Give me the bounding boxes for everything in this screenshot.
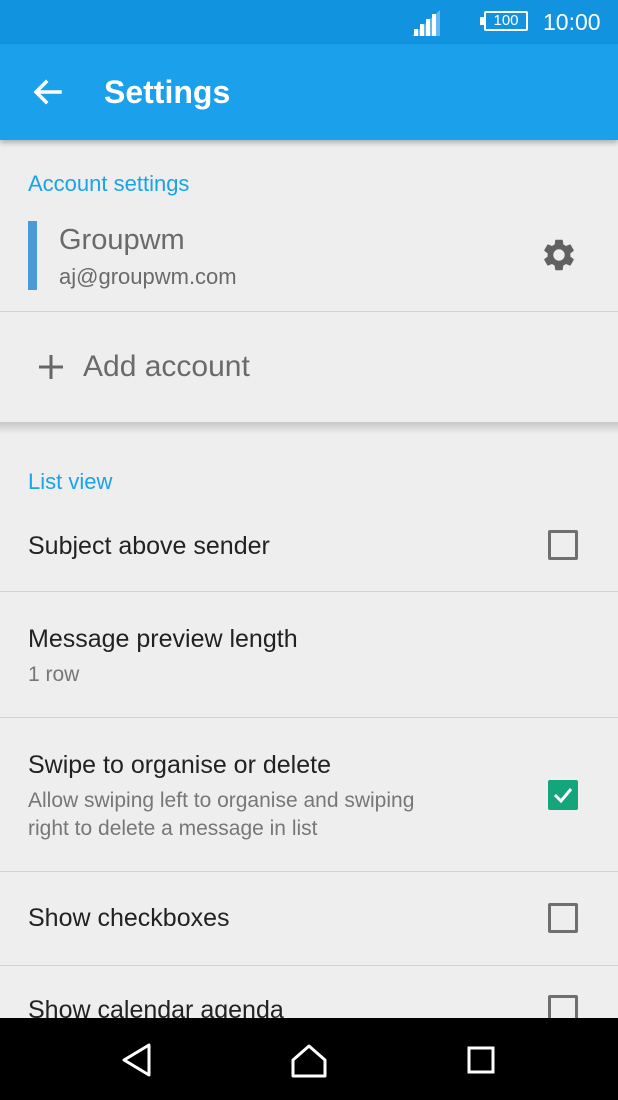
account-email: aj@groupwm.com: [59, 264, 237, 289]
add-account-button[interactable]: Add account: [0, 312, 618, 422]
pref-summary-line-1: Allow swiping left to organise and swipi…: [28, 789, 415, 812]
nav-recents-icon[interactable]: [461, 1040, 501, 1080]
subject-above-sender-checkbox[interactable]: [548, 530, 578, 560]
account-name: Groupwm: [59, 224, 185, 256]
battery-icon: 100: [480, 11, 528, 31]
pref-title: Message preview length: [28, 625, 298, 653]
account-color-bar: [28, 221, 37, 290]
pref-summary: 1 row: [28, 663, 80, 686]
swipe-to-organise-checkbox[interactable]: [548, 780, 578, 810]
plus-icon: [39, 355, 63, 379]
status-bar: 100 10:00: [0, 0, 618, 44]
show-checkboxes-checkbox[interactable]: [548, 903, 578, 933]
checkmark-icon: [553, 788, 573, 804]
arrow-back-icon[interactable]: [30, 74, 66, 110]
navigation-bar: [0, 1018, 618, 1100]
battery-level: 100: [493, 12, 519, 29]
add-account-label: Add account: [83, 350, 250, 383]
account-item[interactable]: Groupwm aj@groupwm.com: [0, 212, 618, 310]
pref-show-checkboxes[interactable]: Show checkboxes: [0, 872, 618, 964]
pref-message-preview-length[interactable]: Message preview length 1 row: [0, 592, 618, 716]
nav-home-icon[interactable]: [289, 1040, 329, 1080]
pref-swipe-to-organise[interactable]: Swipe to organise or delete Allow swipin…: [0, 718, 618, 870]
cell-signal-icon: [412, 10, 440, 36]
pref-show-calendar-agenda[interactable]: Show calendar agenda: [0, 966, 618, 1026]
pref-summary-line-2: right to delete a message in list: [28, 817, 318, 840]
pref-title: Subject above sender: [28, 532, 270, 560]
gear-icon[interactable]: [540, 236, 578, 274]
app-bar: Settings: [0, 44, 618, 140]
page-title: Settings: [104, 74, 231, 110]
section-header-list-view: List view: [28, 469, 113, 494]
nav-back-icon[interactable]: [117, 1040, 157, 1080]
section-header-account-settings: Account settings: [28, 171, 190, 196]
status-time: 10:00: [543, 9, 601, 35]
pref-title: Show checkboxes: [28, 904, 230, 932]
pref-title: Swipe to organise or delete: [28, 751, 331, 779]
section-separator: [0, 422, 618, 434]
pref-subject-above-sender[interactable]: Subject above sender: [0, 506, 618, 590]
